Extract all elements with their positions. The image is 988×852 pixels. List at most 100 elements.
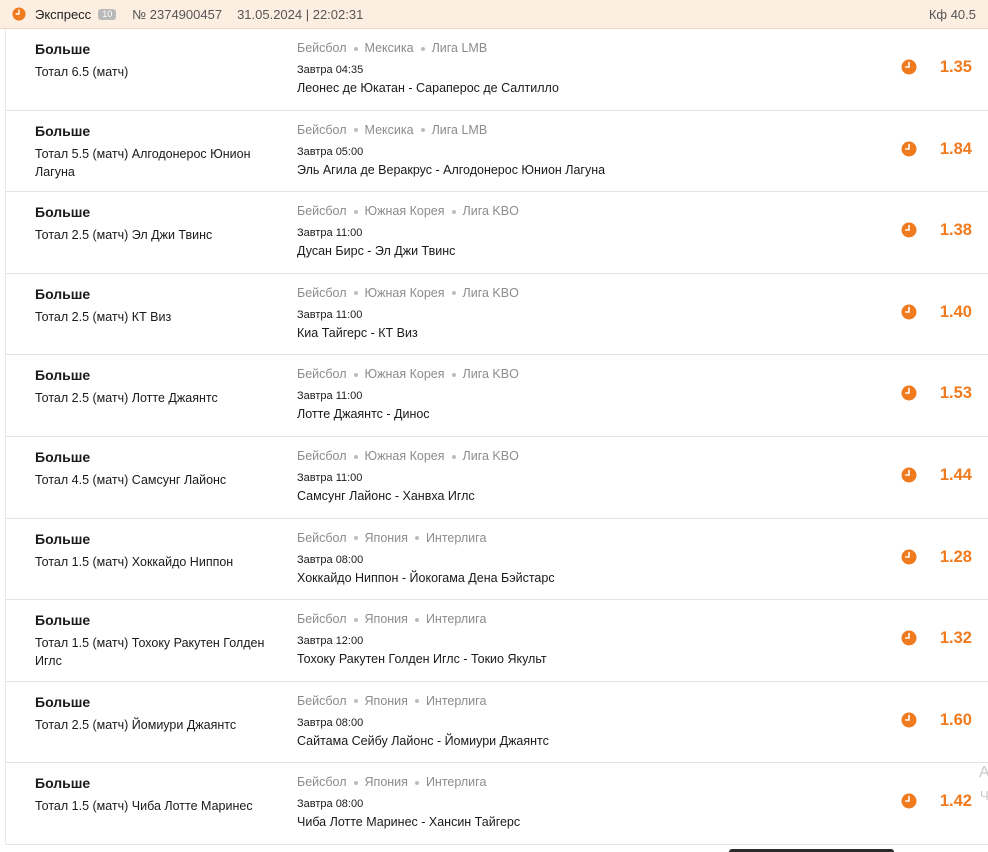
bet-outcome: Больше bbox=[35, 285, 91, 302]
clock-icon bbox=[901, 793, 917, 809]
event-breadcrumb: Бейсбол Мексика Лига LMB bbox=[297, 123, 487, 137]
event-time: Завтра 11:00 bbox=[297, 308, 363, 321]
bet-row[interactable]: Больше Тотал 1.5 (матч) Тохоку Ракутен Г… bbox=[6, 600, 988, 682]
country-label: Южная Корея bbox=[364, 285, 445, 300]
event-breadcrumb: Бейсбол Южная Корея Лига KBO bbox=[297, 449, 519, 463]
league-label: Интерлига bbox=[425, 530, 487, 545]
event-time: Завтра 04:35 bbox=[297, 64, 364, 76]
event-match[interactable]: Чиба Лотте Маринес - Хансин Тайгерс bbox=[297, 815, 520, 829]
bet-outcome: Больше bbox=[35, 122, 91, 139]
bet-market: Тотал 6.5 (матч) bbox=[35, 65, 129, 79]
clock-icon bbox=[901, 712, 917, 728]
sport-label: Бейсбол bbox=[297, 367, 347, 382]
sport-label: Бейсбол bbox=[297, 204, 347, 219]
dot-separator-icon bbox=[451, 209, 456, 214]
country-label: Мексика bbox=[364, 41, 414, 55]
event-match[interactable]: Сайтама Сейбу Лайонс - Йомиури Джаянтс bbox=[297, 734, 549, 748]
bet-number: № 2374900457 bbox=[132, 6, 223, 22]
country-label: Япония bbox=[364, 775, 408, 790]
bet-row[interactable]: Больше Тотал 6.5 (матч) Бейсбол Мексика Ли… bbox=[6, 29, 988, 111]
bet-odds: 1.53 bbox=[939, 384, 972, 403]
clock-icon bbox=[901, 549, 917, 565]
dot-separator-icon bbox=[353, 454, 358, 459]
event-match[interactable]: Эль Агила де Веракрус - Алгодонерос Юнио… bbox=[297, 163, 605, 177]
bet-outcome: Больше bbox=[35, 204, 91, 221]
league-label: Интерлига bbox=[425, 775, 487, 790]
dot-separator-icon bbox=[414, 536, 419, 541]
event-time: Завтра 11:00 bbox=[297, 471, 363, 484]
dot-separator-icon bbox=[353, 373, 358, 378]
event-match[interactable]: Самсунг Лайонс - Ханвха Иглс bbox=[297, 489, 475, 503]
event-match[interactable]: Леонес де Юкатан - Сараперос де Салтилло bbox=[297, 81, 559, 95]
dot-separator-icon bbox=[353, 617, 358, 622]
bet-market: Тотал 5.5 (матч) Алгодонерос Юнион Лагун… bbox=[35, 146, 251, 179]
bet-outcome: Больше bbox=[35, 367, 91, 384]
event-breadcrumb: Бейсбол Южная Корея Лига KBO bbox=[297, 367, 519, 381]
selections-count-badge: 10 bbox=[98, 8, 117, 20]
bet-datetime: 31.05.2024 | 22:02:31 bbox=[237, 6, 364, 22]
dot-separator-icon bbox=[353, 291, 358, 296]
dot-separator-icon bbox=[353, 781, 358, 786]
event-breadcrumb: Бейсбол Южная Корея Лига KBO bbox=[297, 286, 519, 300]
bet-odds: 1.84 bbox=[939, 139, 972, 158]
league-label: Лига KBO bbox=[462, 204, 519, 219]
bet-row[interactable]: Больше Тотал 4.5 (матч) Самсунг Лайонс Б… bbox=[6, 437, 988, 519]
bet-outcome: Больше bbox=[35, 775, 91, 792]
bet-row[interactable]: Больше Тотал 1.5 (матч) Чиба Лотте Марин… bbox=[6, 763, 988, 845]
bet-row[interactable]: Больше Тотал 5.5 (матч) Алгодонерос Юнио… bbox=[6, 111, 988, 193]
clock-icon bbox=[901, 385, 917, 401]
bet-outcome: Больше bbox=[35, 530, 91, 547]
event-time: Завтра 05:00 bbox=[297, 145, 364, 158]
clock-icon bbox=[12, 7, 26, 21]
sport-label: Бейсбол bbox=[297, 612, 347, 627]
league-label: Лига KBO bbox=[462, 367, 519, 382]
dot-separator-icon bbox=[420, 46, 425, 51]
bet-odds: 1.38 bbox=[939, 221, 972, 240]
sport-label: Бейсбол bbox=[297, 693, 347, 708]
bet-row[interactable]: Больше Тотал 1.5 (матч) Хоккайдо Ниппон … bbox=[6, 519, 988, 601]
bet-row[interactable]: Больше Тотал 2.5 (матч) Эл Джи Твинс Бей… bbox=[6, 192, 988, 274]
event-breadcrumb: Бейсбол Япония Интерлига bbox=[297, 775, 486, 789]
country-label: Мексика bbox=[364, 122, 414, 137]
express-header[interactable]: Экспресс 10 № 2374900457 31.05.2024 | 22… bbox=[0, 0, 988, 29]
country-label: Южная Корея bbox=[364, 204, 445, 219]
league-label: Интерлига bbox=[425, 693, 487, 708]
event-breadcrumb: Бейсбол Япония Интерлига bbox=[297, 694, 486, 708]
bet-market: Тотал 2.5 (матч) Йомиури Джаянтс bbox=[35, 717, 237, 732]
event-match[interactable]: Хоккайдо Ниппон - Йокогама Дена Бэйстарс bbox=[297, 571, 555, 585]
bet-row[interactable]: Больше Тотал 2.5 (матч) Йомиури Джаянтс … bbox=[6, 682, 988, 764]
clock-icon bbox=[901, 304, 917, 320]
bet-odds: 1.44 bbox=[939, 465, 972, 484]
bet-market: Тотал 4.5 (матч) Самсунг Лайонс bbox=[35, 472, 227, 487]
event-match[interactable]: Дусан Бирс - Эл Джи Твинс bbox=[297, 244, 455, 258]
event-match[interactable]: Лотте Джаянтс - Динос bbox=[297, 407, 430, 421]
total-coefficient: Кф 40.5 bbox=[928, 7, 976, 22]
country-label: Япония bbox=[364, 530, 408, 545]
sport-label: Бейсбол bbox=[297, 530, 347, 545]
dot-separator-icon bbox=[353, 536, 358, 541]
sport-label: Бейсбол bbox=[297, 775, 347, 790]
country-label: Япония bbox=[364, 693, 408, 708]
country-label: Япония bbox=[364, 612, 408, 627]
bet-outcome: Больше bbox=[35, 448, 91, 465]
dot-separator-icon bbox=[451, 373, 456, 378]
bet-odds: 1.32 bbox=[939, 629, 972, 648]
league-label: Интерлига bbox=[425, 612, 487, 627]
dot-separator-icon bbox=[414, 781, 419, 786]
bet-market: Тотал 1.5 (матч) Хоккайдо Ниппон bbox=[35, 554, 234, 569]
bet-list: Больше Тотал 6.5 (матч) Бейсбол Мексика Ли… bbox=[5, 29, 988, 845]
event-match[interactable]: Киа Тайгерс - КТ Виз bbox=[297, 326, 418, 340]
sport-label: Бейсбол bbox=[297, 41, 347, 55]
bet-row[interactable]: Больше Тотал 2.5 (матч) Лотте Джаянтс Бе… bbox=[6, 355, 988, 437]
clock-icon bbox=[901, 222, 917, 238]
bet-odds: 1.40 bbox=[939, 302, 972, 321]
dot-separator-icon bbox=[353, 209, 358, 214]
clock-icon bbox=[901, 59, 917, 75]
bet-outcome: Больше bbox=[35, 693, 91, 710]
bet-row[interactable]: Больше Тотал 2.5 (матч) КТ Виз Бейсбол Юж… bbox=[6, 274, 988, 356]
event-breadcrumb: Бейсбол Япония Интерлига bbox=[297, 531, 486, 545]
event-match[interactable]: Тохоку Ракутен Голден Иглс - Токио Якуль… bbox=[297, 652, 547, 666]
bet-market: Тотал 1.5 (матч) Тохоку Ракутен Голден И… bbox=[35, 636, 265, 669]
bet-outcome: Больше bbox=[35, 41, 91, 57]
dot-separator-icon bbox=[353, 699, 358, 704]
